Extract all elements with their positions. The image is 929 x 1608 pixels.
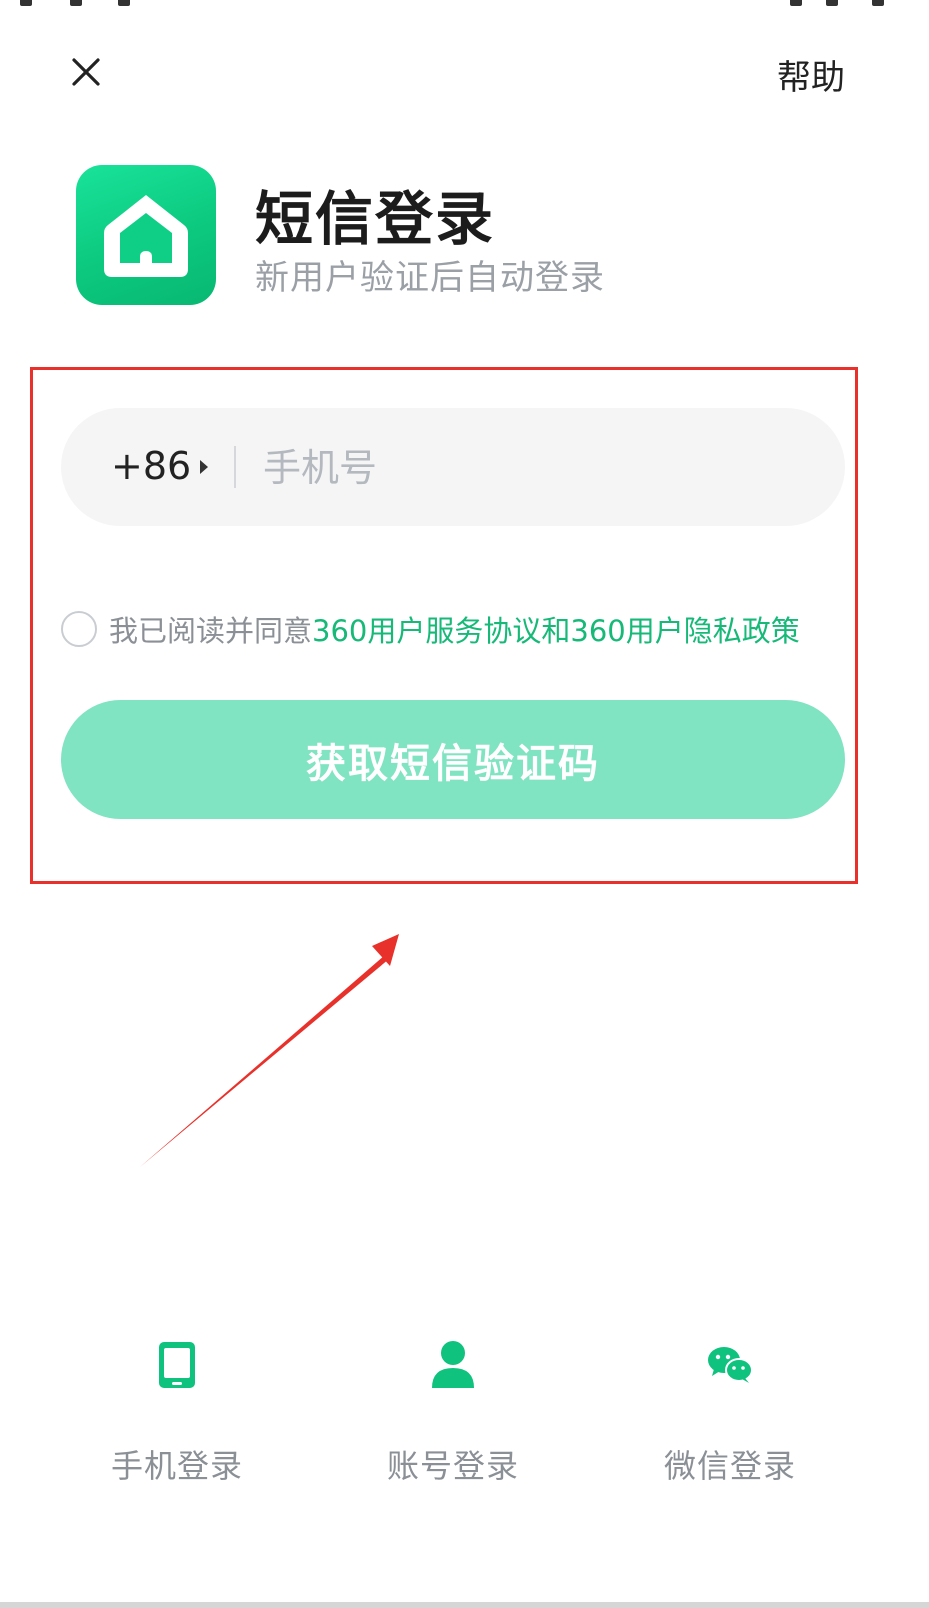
phone-icon xyxy=(159,1342,195,1388)
login-option-label: 手机登录 xyxy=(110,1447,243,1485)
login-option-phone[interactable]: 手机登录 xyxy=(77,1335,277,1487)
login-option-account[interactable]: 账号登录 xyxy=(353,1335,553,1487)
login-option-wechat[interactable]: 微信登录 xyxy=(630,1335,830,1487)
user-icon xyxy=(432,1341,474,1388)
login-option-label: 账号登录 xyxy=(386,1447,519,1485)
wechat-icon xyxy=(708,1347,753,1383)
bottom-bar xyxy=(0,1602,929,1608)
login-option-label: 微信登录 xyxy=(663,1447,796,1485)
